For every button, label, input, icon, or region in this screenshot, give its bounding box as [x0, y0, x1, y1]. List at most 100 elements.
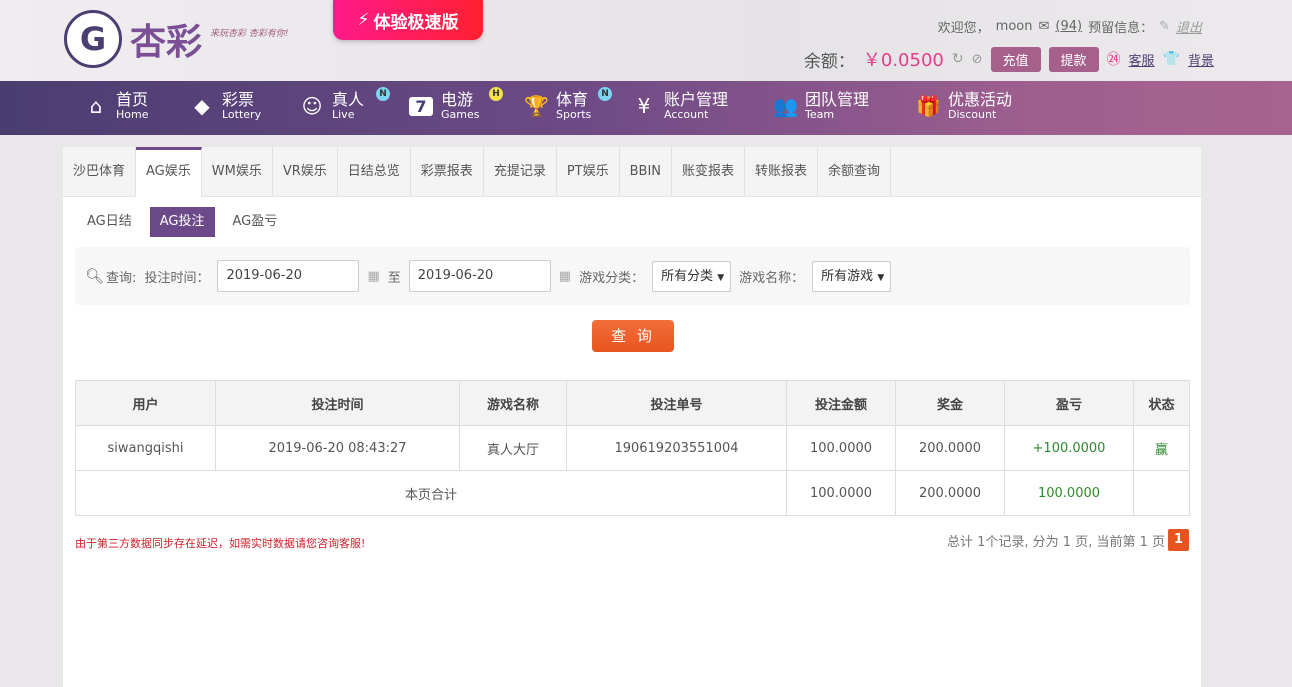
tab-saba[interactable]: 沙巴体育: [63, 147, 137, 196]
cell-profit: +100.0000: [1004, 425, 1134, 471]
caret-down-icon: ▼: [717, 272, 725, 283]
speed-label: 体验极速版: [373, 12, 459, 33]
hide-eye-icon[interactable]: ⊘: [972, 52, 983, 67]
nav-label: 团队管理: [805, 90, 870, 109]
nav-sports[interactable]: 🏆 体育 Sports N: [524, 87, 612, 121]
bet-time-label: 投注时间：: [144, 270, 210, 286]
total-row: 本页合计 100.0000 200.0000 100.0000: [75, 470, 1190, 516]
headset-icon: ㉔: [1106, 52, 1121, 68]
query-button[interactable]: 查 询: [592, 320, 674, 352]
hot-badge: H: [489, 87, 503, 101]
report-tabs: 沙巴体育 AG娱乐 WM娱乐 VR娱乐 日结总览 彩票报表 充提记录 PT娱乐 …: [63, 147, 1201, 197]
nav-team[interactable]: 👥 团队管理 Team: [773, 91, 869, 121]
nav-lottery[interactable]: ◆ 彩票 Lottery: [190, 91, 261, 121]
shirt-icon: 👕: [1162, 51, 1180, 67]
cell-bet-time: 2019-06-20 08:43:27: [215, 425, 460, 471]
bolt-icon: ⚡: [357, 10, 370, 30]
subtab-ag-profit[interactable]: AG盈亏: [223, 207, 288, 237]
cell-bet-amount: 100.0000: [786, 425, 896, 471]
nav-games[interactable]: 7 电游 Games H: [409, 87, 503, 121]
nav-sublabel: Live: [332, 108, 355, 121]
mail-icon[interactable]: ✉: [1038, 19, 1049, 34]
edit-icon[interactable]: ✎: [1159, 19, 1170, 34]
start-date-input[interactable]: 2019-06-20: [217, 260, 360, 292]
tab-deposit-records[interactable]: 充提记录: [484, 147, 557, 196]
delay-notice: 由于第三方数据同步存在延迟，如需实时数据请您咨询客服!: [75, 537, 366, 550]
query-label: 查询:: [106, 270, 137, 286]
logo-text: 杏彩: [130, 22, 203, 63]
withdraw-button[interactable]: 提款: [1048, 46, 1099, 72]
col-game-name: 游戏名称: [459, 380, 567, 426]
mail-count[interactable]: (94): [1055, 19, 1082, 34]
tab-balance-query[interactable]: 余额查询: [818, 147, 892, 196]
total-profit: 100.0000: [1004, 470, 1134, 516]
total-bet: 100.0000: [786, 470, 896, 516]
col-prize: 奖金: [895, 380, 1005, 426]
col-status: 状态: [1133, 380, 1190, 426]
home-icon: ⌂: [89, 94, 103, 118]
pager-summary: 总计 1个记录, 分为 1 页, 当前第 1 页: [946, 534, 1165, 550]
tab-vr[interactable]: VR娱乐: [273, 147, 338, 196]
tab-lottery-report[interactable]: 彩票报表: [411, 147, 484, 196]
gift-icon: 🎁: [916, 94, 941, 118]
speed-version-button[interactable]: ⚡ 体验极速版: [333, 0, 483, 40]
calendar-icon[interactable]: ▦: [559, 269, 571, 284]
nav-label: 彩票: [222, 90, 255, 109]
end-date-input[interactable]: 2019-06-20: [408, 260, 551, 292]
table-header: 用户 投注时间 游戏名称 投注单号 投注金额 奖金 盈亏 状态: [75, 380, 1190, 426]
background-link[interactable]: 背景: [1188, 50, 1214, 69]
refresh-icon[interactable]: ↻: [952, 51, 964, 67]
category-select[interactable]: 所有分类 ▼: [652, 260, 732, 292]
tab-account-change[interactable]: 账变报表: [672, 147, 746, 196]
search-icon: 🔍︎: [85, 267, 105, 285]
caret-down-icon: ▼: [877, 272, 885, 283]
cell-game-name: 真人大厅: [459, 425, 567, 471]
header: G 杏彩 来玩杏彩 杏彩有你! ⚡ 体验极速版 欢迎您， moon ✉ (94) …: [0, 0, 1292, 81]
nav-label: 优惠活动: [948, 90, 1013, 109]
game-name-value: 所有游戏: [821, 268, 874, 284]
new-badge: N: [598, 87, 612, 101]
balance-label: 余额：: [803, 51, 855, 72]
nav-label: 账户管理: [664, 90, 729, 109]
nav-sublabel: Team: [805, 108, 835, 121]
cell-prize: 200.0000: [895, 425, 1005, 471]
tab-daily-overview[interactable]: 日结总览: [338, 147, 411, 196]
logout-link[interactable]: 退出: [1176, 17, 1202, 36]
page-1-button[interactable]: 1: [1168, 529, 1189, 551]
nav-live[interactable]: ☺ 真人 Live N: [300, 87, 390, 121]
tab-wm[interactable]: WM娱乐: [202, 147, 273, 196]
nav-sublabel: Account: [664, 108, 709, 121]
reserve-info-label: 预留信息：: [1088, 21, 1154, 36]
tab-pt[interactable]: PT娱乐: [557, 147, 620, 196]
category-value: 所有分类: [661, 268, 714, 284]
col-bet-number: 投注单号: [566, 380, 787, 426]
account-icon: ¥: [637, 94, 651, 118]
lottery-icon: ◆: [194, 94, 210, 118]
calendar-icon[interactable]: ▦: [367, 269, 379, 284]
subtab-ag-daily[interactable]: AG日结: [77, 207, 142, 237]
username: moon: [995, 19, 1033, 34]
tab-transfer-report[interactable]: 转账报表: [745, 147, 819, 196]
nav-label: 电游: [441, 90, 474, 109]
logo[interactable]: G 杏彩 来玩杏彩 杏彩有你!: [64, 10, 289, 68]
total-label: 本页合计: [75, 470, 787, 516]
nav-label: 真人: [332, 90, 365, 109]
bets-table: 用户 投注时间 游戏名称 投注单号 投注金额 奖金 盈亏 状态 siwangqi…: [75, 380, 1190, 516]
nav-sublabel: Games: [441, 108, 480, 121]
new-badge: N: [376, 87, 390, 101]
game-name-select[interactable]: 所有游戏 ▼: [812, 260, 892, 292]
logo-mark: G: [64, 10, 122, 68]
nav-account[interactable]: ¥ 账户管理 Account: [632, 91, 728, 121]
nav-discount[interactable]: 🎁 优惠活动 Discount: [916, 91, 1012, 121]
cell-status: 赢: [1133, 425, 1190, 471]
subtab-ag-bets[interactable]: AG投注: [149, 207, 215, 237]
nav-sublabel: Discount: [948, 108, 997, 121]
cell-bet-number: 190619203551004: [566, 425, 787, 471]
nav-home[interactable]: ⌂ 首页 Home: [84, 91, 149, 121]
deposit-button[interactable]: 充值: [990, 46, 1041, 72]
service-link[interactable]: 客服: [1129, 50, 1155, 69]
tab-bbin[interactable]: BBIN: [620, 147, 673, 196]
tab-ag[interactable]: AG娱乐: [136, 147, 202, 197]
nav-label: 体育: [556, 90, 589, 109]
pagination: 总计 1个记录, 分为 1 页, 当前第 1 页 1: [947, 529, 1189, 551]
